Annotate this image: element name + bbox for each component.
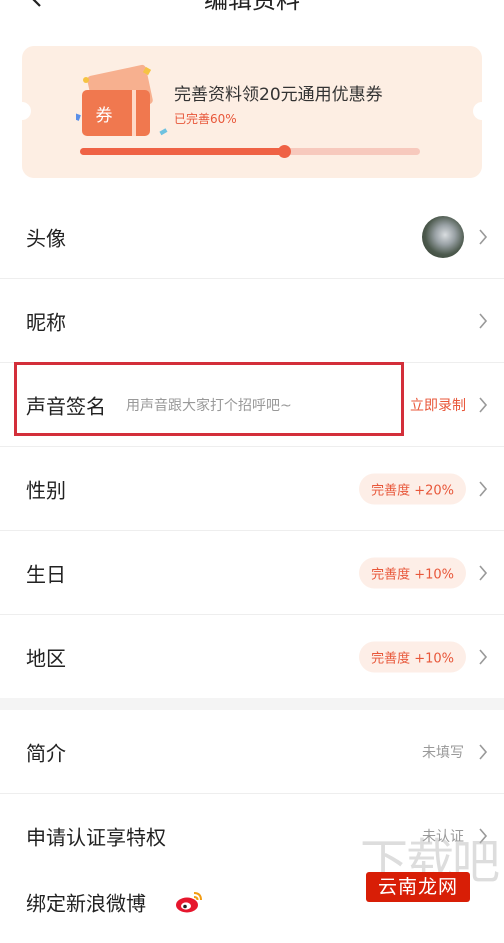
highlight-annotation [14,362,404,436]
chevron-right-icon [479,648,488,665]
weibo-icon [176,891,202,912]
ticket-notch [473,102,482,120]
chevron-right-icon [479,312,488,329]
top-bar: 编辑资料 [0,0,504,22]
row-label: 头像 [26,226,66,250]
row-label: 简介 [26,741,66,765]
row-label: 申请认证享特权 [26,825,166,849]
completion-badge: 完善度 +10% [359,641,466,672]
region-row[interactable]: 地区 完善度 +10% [0,615,504,699]
chevron-right-icon [479,743,488,760]
completion-badge: 完善度 +10% [359,557,466,588]
coupon-title: 完善资料领20元通用优惠券 [174,85,383,105]
ticket-notch [22,102,31,120]
chevron-right-icon [479,228,488,245]
progress-fill [80,148,284,155]
completion-progress-bar [80,145,420,158]
bio-row[interactable]: 简介 未填写 [0,710,504,794]
record-now-link[interactable]: 立即录制 [410,395,466,415]
page-title: 编辑资料 [204,0,300,14]
row-label: 生日 [26,562,66,586]
coupon-banner[interactable]: 券 完善资料领20元通用优惠券 已完善60% [22,46,482,178]
chevron-right-icon [479,396,488,413]
gender-row[interactable]: 性别 完善度 +20% [0,447,504,531]
row-label: 地区 [26,646,66,670]
coupon-ticket-icon: 券 [76,64,168,136]
birthday-row[interactable]: 生日 完善度 +10% [0,531,504,615]
section-separator [0,698,504,710]
chevron-right-icon [479,480,488,497]
progress-knob [278,145,291,158]
bio-value: 未填写 [422,744,464,761]
completion-badge: 完善度 +20% [359,473,466,504]
nickname-row[interactable]: 昵称 [0,279,504,363]
ticket-label: 券 [96,106,113,126]
completion-text: 已完善60% [174,112,237,126]
row-label: 绑定新浪微博 [26,891,146,915]
avatar-row[interactable]: 头像 [0,195,504,279]
avatar[interactable] [422,215,464,258]
chevron-right-icon [479,564,488,581]
row-label: 性别 [26,478,66,502]
watermark-logo: 云南龙网 [366,872,470,902]
row-label: 昵称 [26,310,66,334]
